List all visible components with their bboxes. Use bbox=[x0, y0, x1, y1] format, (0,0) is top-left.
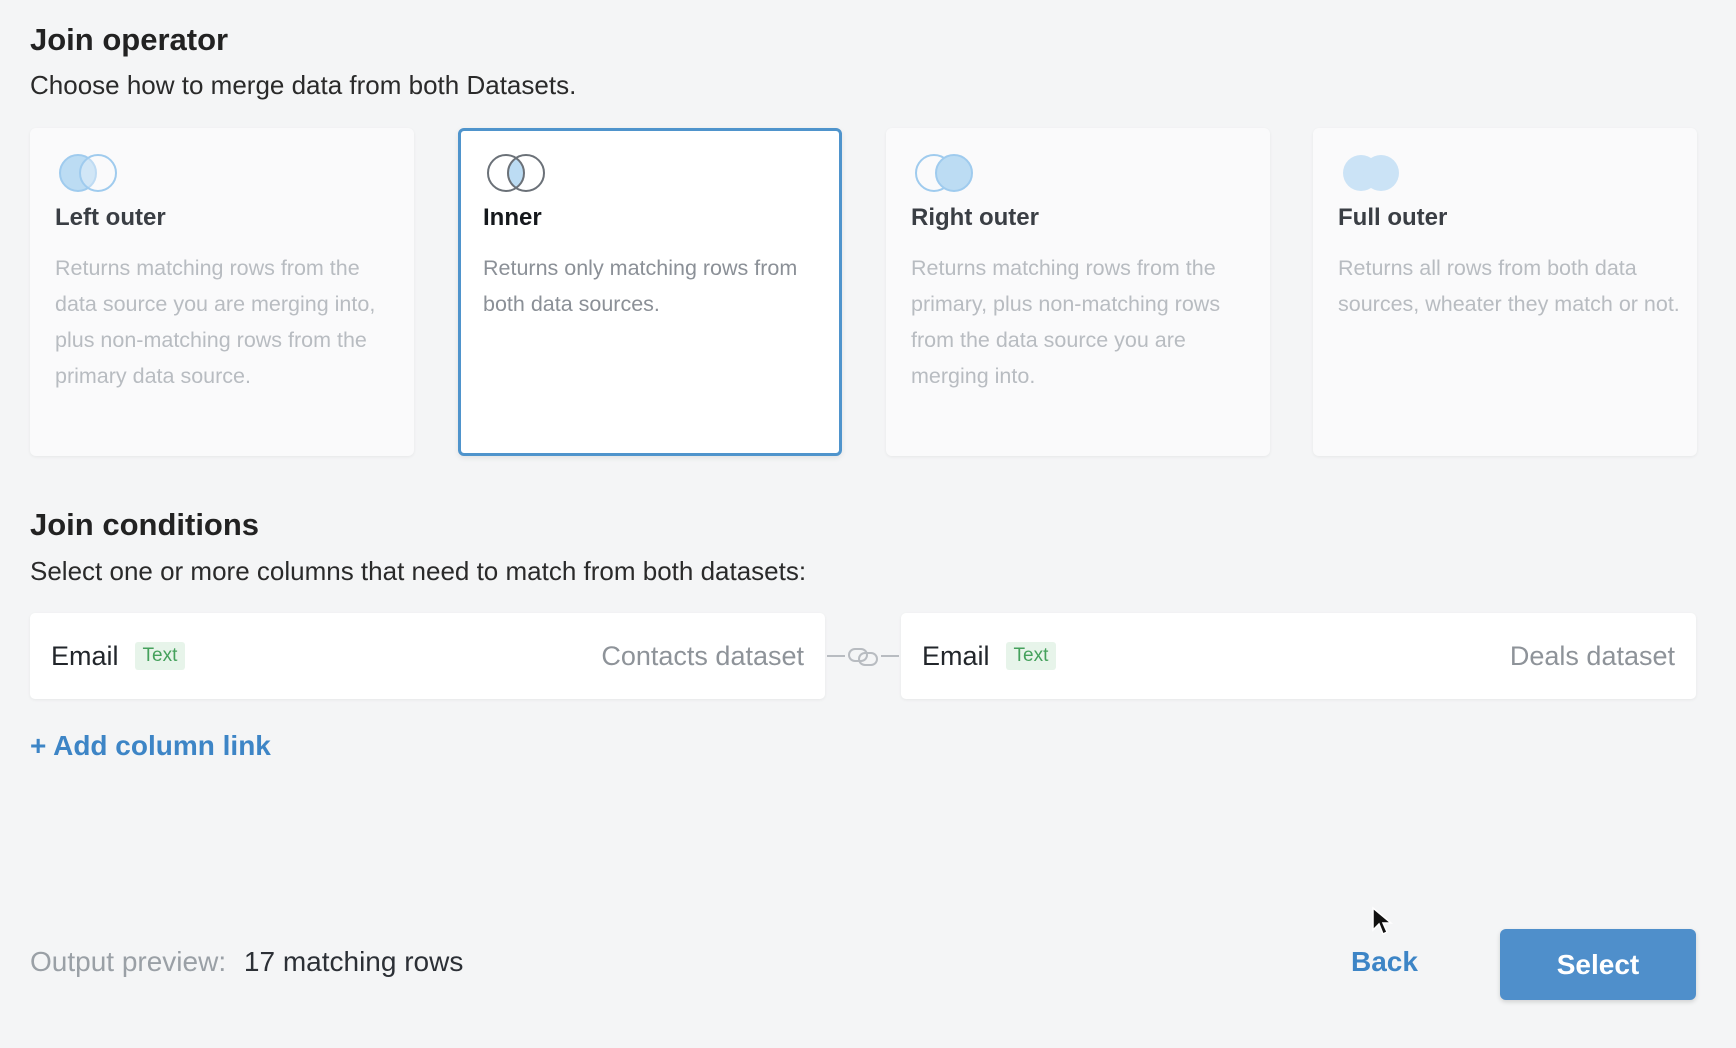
join-dialog: Join operator Choose how to merge data f… bbox=[0, 0, 1736, 1048]
join-option-full-outer[interactable]: Full outer Returns all rows from both da… bbox=[1313, 128, 1697, 456]
join-option-inner[interactable]: Inner Returns only matching rows from bo… bbox=[458, 128, 842, 456]
left-column-select[interactable]: Email Text Contacts dataset bbox=[30, 613, 825, 699]
venn-inner-icon bbox=[487, 154, 545, 192]
venn-full-outer-icon bbox=[1343, 155, 1399, 191]
column-name: Email bbox=[51, 640, 119, 671]
dataset-name: Deals dataset bbox=[1509, 640, 1675, 671]
mouse-cursor-icon bbox=[1372, 906, 1393, 936]
dataset-name: Contacts dataset bbox=[601, 640, 804, 671]
right-column-select[interactable]: Email Text Deals dataset bbox=[901, 613, 1696, 699]
output-preview-value: 17 matching rows bbox=[243, 946, 464, 977]
join-option-left-outer[interactable]: Left outer Returns matching rows from th… bbox=[30, 128, 414, 456]
join-operator-subtitle: Choose how to merge data from both Datas… bbox=[30, 70, 577, 100]
link-icon bbox=[827, 648, 899, 666]
join-option-description: Returns only matching rows from both dat… bbox=[483, 256, 798, 316]
select-button[interactable]: Select bbox=[1500, 929, 1696, 1000]
output-preview-label: Output preview: bbox=[30, 946, 227, 977]
join-option-description: Returns all rows from both data sources,… bbox=[1338, 256, 1680, 316]
venn-left-outer-icon bbox=[59, 154, 117, 192]
column-name: Email bbox=[922, 640, 990, 671]
join-option-label: Full outer bbox=[1338, 204, 1448, 231]
join-operator-title: Join operator bbox=[30, 22, 229, 57]
join-option-label: Right outer bbox=[911, 204, 1039, 231]
join-conditions-subtitle: Select one or more columns that need to … bbox=[30, 556, 807, 586]
venn-right-outer-icon bbox=[915, 154, 973, 192]
column-link-row: Email Text Contacts dataset Email Text D… bbox=[30, 613, 1696, 699]
back-button[interactable]: Back bbox=[1351, 946, 1418, 978]
join-conditions-title: Join conditions bbox=[30, 507, 260, 542]
join-option-label: Inner bbox=[483, 204, 542, 231]
column-type-badge: Text bbox=[134, 642, 186, 670]
output-preview: Output preview: 17 matching rows bbox=[30, 946, 463, 978]
join-option-label: Left outer bbox=[55, 204, 166, 231]
join-option-right-outer[interactable]: Right outer Returns matching rows from t… bbox=[886, 128, 1270, 456]
add-column-link-button[interactable]: + Add column link bbox=[30, 730, 271, 762]
column-type-badge: Text bbox=[1005, 642, 1057, 670]
join-operator-options: Left outer Returns matching rows from th… bbox=[30, 128, 1697, 458]
join-option-description: Returns matching rows from the primary, … bbox=[911, 256, 1221, 388]
join-option-description: Returns matching rows from the data sour… bbox=[55, 256, 376, 388]
